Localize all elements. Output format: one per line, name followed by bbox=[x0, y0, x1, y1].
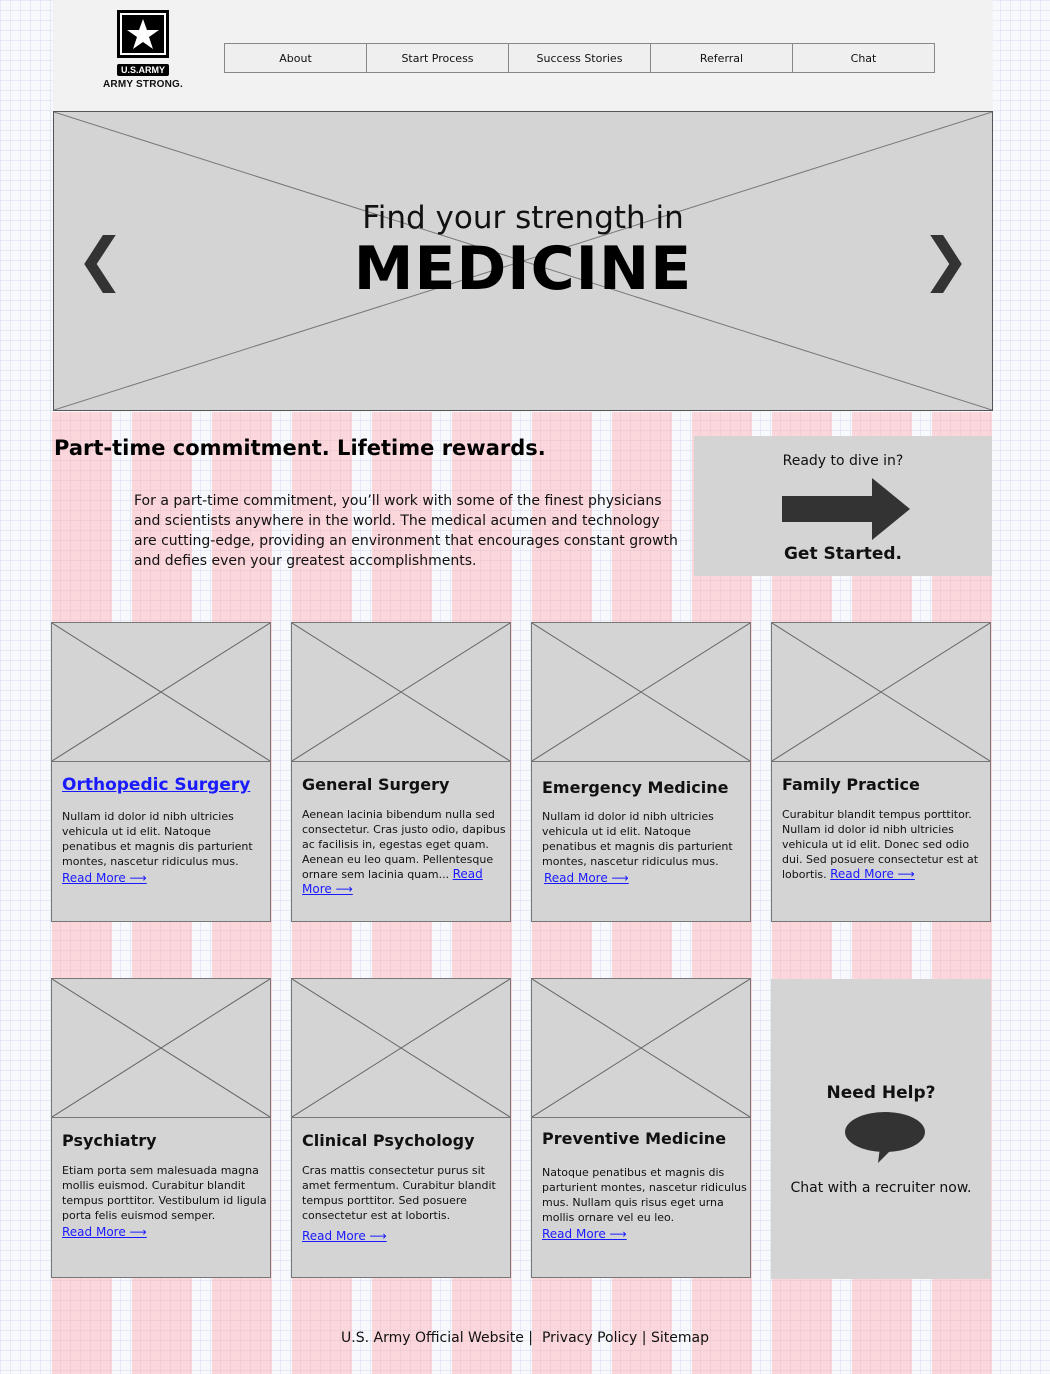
footer-separator: | bbox=[637, 1330, 651, 1346]
card-description: Natoque penatibus et magnis dis parturie… bbox=[542, 1166, 747, 1224]
site-footer: U.S. Army Official Website | Privacy Pol… bbox=[0, 1330, 1050, 1346]
card-title: Psychiatry bbox=[62, 1131, 157, 1150]
card-description: Etiam porta sem malesuada magna mollis e… bbox=[62, 1164, 267, 1222]
read-more-link[interactable]: Read More ⟶ bbox=[62, 1225, 267, 1240]
card-psychiatry: Psychiatry Etiam porta sem malesuada mag… bbox=[51, 978, 271, 1278]
help-title: Need Help? bbox=[826, 1083, 936, 1103]
image-placeholder bbox=[52, 623, 270, 762]
footer-separator: | bbox=[523, 1330, 542, 1346]
card-text: Etiam porta sem malesuada magna mollis e… bbox=[62, 1163, 267, 1240]
image-placeholder bbox=[292, 979, 510, 1118]
card-description: Cras mattis consectetur purus sit amet f… bbox=[302, 1164, 496, 1222]
read-more-link[interactable]: Read More ⟶ bbox=[62, 871, 267, 886]
read-more-link[interactable]: Read More ⟶ bbox=[544, 871, 747, 886]
get-started-panel[interactable]: Ready to dive in? Get Started. bbox=[694, 436, 992, 576]
card-text: Cras mattis consectetur purus sit amet f… bbox=[302, 1163, 507, 1244]
nav-success-stories[interactable]: Success Stories bbox=[508, 43, 651, 73]
card-text: Aenean lacinia bibendum nulla sed consec… bbox=[302, 807, 507, 897]
image-placeholder bbox=[532, 623, 750, 762]
cta-prompt: Ready to dive in? bbox=[782, 453, 904, 469]
card-clinical-psychology: Clinical Psychology Cras mattis consecte… bbox=[291, 978, 511, 1278]
card-description: Nullam id dolor id nibh ultricies vehicu… bbox=[542, 810, 733, 868]
card-title: General Surgery bbox=[302, 775, 450, 794]
footer-privacy-link[interactable]: Privacy Policy bbox=[542, 1330, 637, 1346]
card-title: Preventive Medicine bbox=[542, 1129, 727, 1148]
card-title: Clinical Psychology bbox=[302, 1131, 475, 1150]
card-orthopedic-surgery: Orthopedic Surgery Nullam id dolor id ni… bbox=[51, 622, 271, 922]
tagline: Part-time commitment. Lifetime rewards. bbox=[54, 436, 546, 460]
card-emergency-medicine: Emergency Medicine Nullam id dolor id ni… bbox=[531, 622, 751, 922]
card-text: Nullam id dolor id nibh ultricies vehicu… bbox=[62, 809, 267, 886]
image-placeholder bbox=[52, 979, 270, 1118]
footer-official-link[interactable]: U.S. Army Official Website bbox=[341, 1330, 524, 1346]
site-header: U.S.ARMY ARMY STRONG. About Start Proces… bbox=[53, 0, 993, 111]
chevron-left-icon[interactable]: ❮ bbox=[76, 230, 125, 288]
card-general-surgery: General Surgery Aenean lacinia bibendum … bbox=[291, 622, 511, 922]
read-more-link[interactable]: Read More ⟶ bbox=[830, 867, 915, 881]
nav-about[interactable]: About bbox=[224, 43, 367, 73]
chat-bubble-icon bbox=[845, 1112, 925, 1163]
card-title: Family Practice bbox=[782, 775, 920, 794]
intro-text: For a part-time commitment, you’ll work … bbox=[134, 493, 678, 569]
arrow-right-icon bbox=[782, 478, 910, 540]
need-help-panel[interactable]: Need Help? Chat with a recruiter now. bbox=[771, 979, 991, 1279]
logo-text: ARMY STRONG. bbox=[103, 79, 183, 90]
card-family-practice: Family Practice Curabitur blandit tempus… bbox=[771, 622, 991, 922]
card-text: Nullam id dolor id nibh ultricies vehicu… bbox=[542, 809, 747, 886]
hero-carousel: Find your strength in MEDICINE ❮ ❯ bbox=[53, 111, 993, 411]
card-text: Natoque penatibus et magnis dis parturie… bbox=[542, 1165, 747, 1242]
nav-chat[interactable]: Chat bbox=[792, 43, 935, 73]
hero-subtitle: Find your strength in bbox=[362, 200, 684, 236]
hero-title: MEDICINE bbox=[353, 234, 693, 304]
card-title[interactable]: Orthopedic Surgery bbox=[62, 775, 267, 795]
card-preventive-medicine: Preventive Medicine Natoque penatibus et… bbox=[531, 978, 751, 1278]
logo-tag: U.S.ARMY bbox=[116, 64, 169, 76]
card-title: Emergency Medicine bbox=[542, 778, 729, 797]
read-more-link[interactable]: Read More ⟶ bbox=[302, 1229, 507, 1244]
army-logo[interactable]: U.S.ARMY ARMY STRONG. bbox=[97, 10, 189, 90]
card-text: Curabitur blandit tempus porttitor. Null… bbox=[782, 807, 987, 882]
read-more-link[interactable]: Read More ⟶ bbox=[542, 1227, 747, 1242]
get-started-button[interactable]: Get Started. bbox=[694, 544, 992, 564]
image-placeholder bbox=[292, 623, 510, 762]
image-placeholder bbox=[532, 979, 750, 1118]
card-description: Nullam id dolor id nibh ultricies vehicu… bbox=[62, 810, 253, 868]
nav-start-process[interactable]: Start Process bbox=[366, 43, 509, 73]
star-icon bbox=[117, 10, 169, 58]
footer-sitemap-link[interactable]: Sitemap bbox=[651, 1330, 709, 1346]
help-text: Chat with a recruiter now. bbox=[790, 1180, 972, 1196]
nav-referral[interactable]: Referral bbox=[650, 43, 793, 73]
chevron-right-icon[interactable]: ❯ bbox=[921, 230, 970, 288]
image-placeholder bbox=[772, 623, 990, 762]
main-nav: About Start Process Success Stories Refe… bbox=[224, 43, 935, 73]
